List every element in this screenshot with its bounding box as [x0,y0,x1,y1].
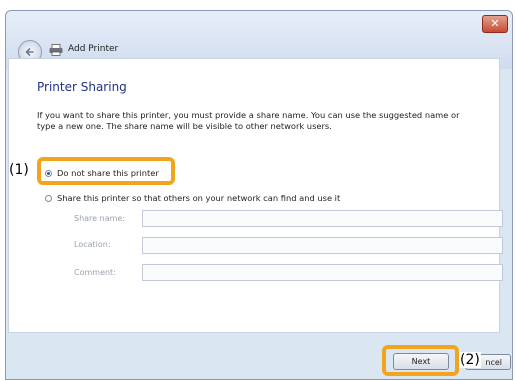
radio-no-share-label[interactable]: Do not share this printer [57,168,159,178]
callout-2: (2) [459,352,481,368]
back-arrow-icon [25,48,34,56]
next-button[interactable]: Next [393,353,449,370]
radio-share[interactable] [45,195,52,202]
location-label: Location: [74,240,111,249]
next-button-label: Next [411,357,431,366]
close-icon: ✕ [490,17,500,30]
close-button[interactable]: ✕ [482,15,508,33]
radio-share-label[interactable]: Share this printer so that others on you… [57,193,340,203]
comment-input[interactable] [142,264,503,281]
description-text: If you want to share this printer, you m… [37,110,460,131]
printer-icon [49,44,63,56]
location-input[interactable] [142,237,503,254]
comment-label: Comment: [74,268,116,277]
callout-1: (1) [9,162,29,178]
radio-no-share[interactable] [45,170,52,177]
share-name-label: Share name: [74,214,126,223]
window-title: Add Printer [68,44,119,54]
share-name-input[interactable] [142,210,503,227]
cancel-button-label: ncel [485,357,502,367]
page-title: Printer Sharing [37,80,127,94]
